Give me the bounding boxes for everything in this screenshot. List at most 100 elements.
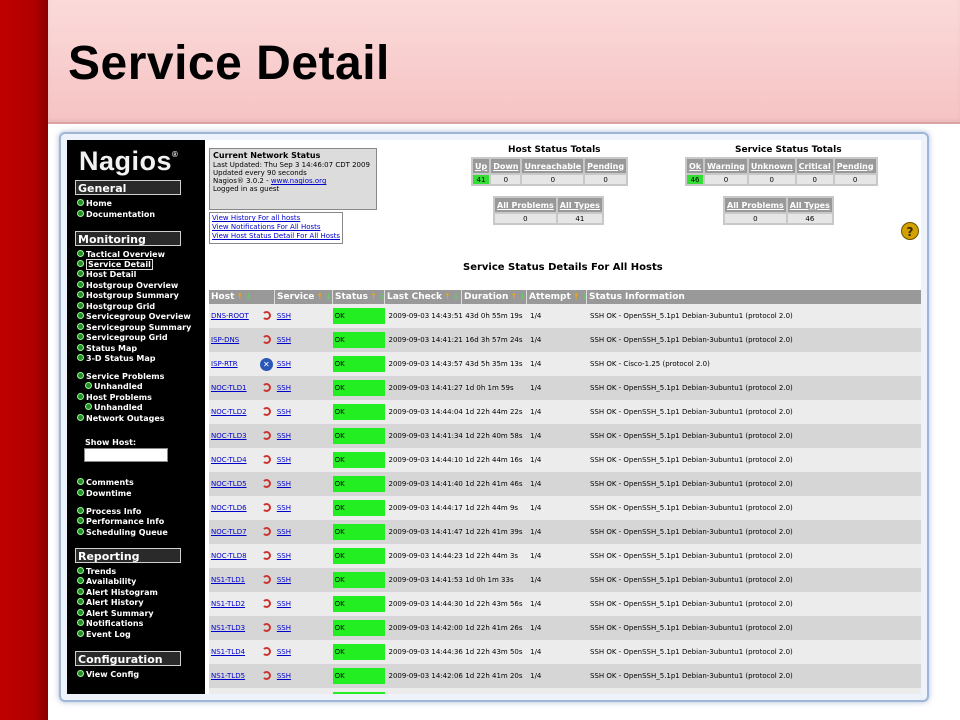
service-link[interactable]: SSH: [277, 504, 291, 512]
status-cell: OK: [332, 476, 385, 492]
nav-service-problems[interactable]: Service Problems: [77, 372, 164, 382]
host-link[interactable]: NOC-TLD2: [211, 408, 247, 416]
nav-performance-info[interactable]: Performance Info: [77, 517, 164, 527]
host-link[interactable]: ISP-DNS: [211, 336, 239, 344]
host-link[interactable]: NOC-TLD8: [211, 552, 247, 560]
nav-alert-histogram[interactable]: Alert Histogram: [77, 588, 158, 598]
status-cell: OK: [332, 428, 385, 444]
service-link[interactable]: SSH: [277, 312, 291, 320]
host-link[interactable]: NOC-TLD7: [211, 528, 247, 536]
service-warning-header[interactable]: Warning: [705, 159, 747, 173]
host-all-problems-header[interactable]: All Problems: [495, 198, 556, 212]
host-link[interactable]: NS1-TLD3: [211, 624, 245, 632]
service-link[interactable]: SSH: [277, 576, 291, 584]
service-link[interactable]: SSH: [277, 360, 291, 368]
service-link[interactable]: SSH: [277, 528, 291, 536]
service-link[interactable]: SSH: [277, 624, 291, 632]
nav-service-unhandled[interactable]: Unhandled: [85, 382, 143, 392]
service-link[interactable]: SSH: [277, 600, 291, 608]
status-cell: OK: [332, 356, 385, 372]
col-service[interactable]: Service ↑ ↓: [275, 290, 333, 304]
screenshot-frame: Nagios® General Home Documentation Monit…: [59, 132, 929, 702]
debian-logo-icon: [261, 670, 271, 680]
nav-service-detail[interactable]: Service Detail: [77, 259, 153, 270]
service-ok-header[interactable]: Ok: [687, 159, 704, 173]
bullet-icon: [77, 619, 84, 626]
service-link[interactable]: SSH: [277, 432, 291, 440]
nav-network-outages[interactable]: Network Outages: [77, 414, 165, 424]
table-row: NS1-TLD6SSHOK2009-09-03 14:44:431d 22h 4…: [209, 688, 921, 694]
nav-servicegroup-overview[interactable]: Servicegroup Overview: [77, 312, 191, 322]
help-icon[interactable]: ?: [901, 222, 919, 240]
host-unreachable-header[interactable]: Unreachable: [522, 159, 584, 173]
host-link[interactable]: ISP-RTR: [211, 360, 238, 368]
service-link[interactable]: SSH: [277, 480, 291, 488]
nav-scheduling-queue[interactable]: Scheduling Queue: [77, 528, 168, 538]
col-status[interactable]: Status ↑ ↓: [333, 290, 385, 304]
service-pending-header[interactable]: Pending: [834, 159, 876, 173]
nav-hostgroup-summary[interactable]: Hostgroup Summary: [77, 291, 179, 301]
host-up-header[interactable]: Up: [473, 159, 490, 173]
service-all-problems-header[interactable]: All Problems: [725, 198, 786, 212]
host-pending-header[interactable]: Pending: [585, 159, 627, 173]
nav-availability[interactable]: Availability: [77, 577, 136, 587]
nav-hostgroup-grid[interactable]: Hostgroup Grid: [77, 302, 155, 312]
link-view-host-status[interactable]: View Host Status Detail For All Hosts: [212, 232, 340, 241]
host-link[interactable]: DNS-ROOT: [211, 312, 249, 320]
host-link[interactable]: NOC-TLD5: [211, 480, 247, 488]
service-link[interactable]: SSH: [277, 672, 291, 680]
nav-trends[interactable]: Trends: [77, 567, 116, 577]
service-critical-header[interactable]: Critical: [796, 159, 833, 173]
link-view-notifications[interactable]: View Notifications For All Hosts: [212, 223, 340, 232]
nav-host-problems[interactable]: Host Problems: [77, 393, 152, 403]
service-all-types-header[interactable]: All Types: [787, 198, 832, 212]
nav-3d-status-map[interactable]: 3-D Status Map: [77, 354, 155, 364]
nav-servicegroup-grid[interactable]: Servicegroup Grid: [77, 333, 168, 343]
service-link[interactable]: SSH: [277, 648, 291, 656]
service-link[interactable]: SSH: [277, 336, 291, 344]
link-view-history[interactable]: View History For all hosts: [212, 214, 340, 223]
network-status-title: Current Network Status: [213, 151, 321, 160]
show-host-input[interactable]: [84, 448, 168, 462]
host-link[interactable]: NS1-TLD2: [211, 600, 245, 608]
nagios-website-link[interactable]: www.nagios.org: [271, 177, 327, 185]
service-link[interactable]: SSH: [277, 552, 291, 560]
nav-documentation[interactable]: Documentation: [77, 210, 155, 220]
col-host[interactable]: Host ↑ ↓: [209, 290, 275, 304]
host-link[interactable]: NS1-TLD1: [211, 576, 245, 584]
service-link[interactable]: SSH: [277, 456, 291, 464]
nav-comments[interactable]: Comments: [77, 478, 134, 488]
host-link[interactable]: NOC-TLD1: [211, 384, 247, 392]
col-attempt[interactable]: Attempt↑↓: [527, 290, 587, 304]
host-link[interactable]: NOC-TLD3: [211, 432, 247, 440]
host-link[interactable]: NS1-TLD4: [211, 648, 245, 656]
nav-view-config[interactable]: View Config: [77, 670, 139, 680]
host-link[interactable]: NS1-TLD5: [211, 672, 245, 680]
nav-host-unhandled[interactable]: Unhandled: [85, 403, 143, 413]
nav-event-log[interactable]: Event Log: [77, 630, 131, 640]
nav-host-detail[interactable]: Host Detail: [77, 270, 136, 280]
col-duration[interactable]: Duration ↑ ↓: [462, 290, 527, 304]
nav-hostgroup-overview[interactable]: Hostgroup Overview: [77, 281, 178, 291]
nav-alert-summary[interactable]: Alert Summary: [77, 609, 154, 619]
service-link[interactable]: SSH: [277, 408, 291, 416]
nav-notifications[interactable]: Notifications: [77, 619, 143, 629]
service-ok-count: 46: [687, 175, 704, 184]
nav-downtime[interactable]: Downtime: [77, 489, 132, 499]
nav-home[interactable]: Home: [77, 199, 112, 209]
host-all-types-header[interactable]: All Types: [557, 198, 602, 212]
bullet-icon: [77, 598, 84, 605]
attempt-cell: 1/4: [530, 408, 542, 416]
host-down-header[interactable]: Down: [491, 159, 521, 173]
duration-cell: 1d 0h 1m 33s: [465, 576, 514, 584]
nav-servicegroup-summary[interactable]: Servicegroup Summary: [77, 323, 191, 333]
service-unknown-header[interactable]: Unknown: [748, 159, 795, 173]
nav-alert-history[interactable]: Alert History: [77, 598, 144, 608]
col-last-check[interactable]: Last Check ↑ ↓: [385, 290, 462, 304]
host-link[interactable]: NOC-TLD4: [211, 456, 247, 464]
service-link[interactable]: SSH: [277, 384, 291, 392]
nav-process-info[interactable]: Process Info: [77, 507, 141, 517]
bullet-icon: [77, 528, 84, 535]
host-link[interactable]: NOC-TLD6: [211, 504, 247, 512]
nav-status-map[interactable]: Status Map: [77, 344, 137, 354]
